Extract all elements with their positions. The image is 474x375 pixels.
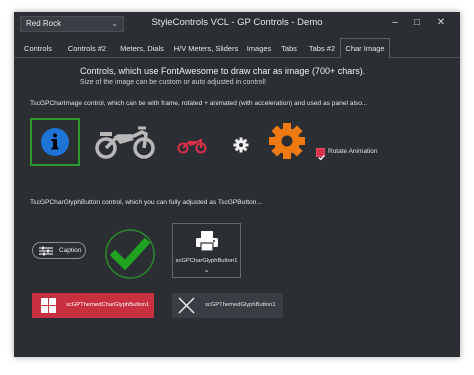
tab-controls-2[interactable]: Controls #2 [61, 40, 113, 57]
themed-char-glyph-button[interactable]: scGPThemedCharGlyphButton1 [32, 293, 154, 318]
tab-tabs-2[interactable]: Tabs #2 [304, 40, 340, 57]
page-subheading: Size of the image can be custom or auto … [80, 79, 266, 86]
app-window: Red Rock ⌄ StyleControls VCL - GP Contro… [14, 12, 460, 357]
motorcycle-icon [95, 126, 155, 159]
char-image-info-frame[interactable] [30, 118, 80, 166]
windows-logo-icon [41, 298, 56, 313]
tab-tabs[interactable]: Tabs [276, 40, 302, 57]
glyph-button-description: TscGPCharGlyphButton control, which you … [30, 199, 262, 206]
check-icon[interactable] [104, 228, 156, 280]
themed-glyph-button-label: scGPThemedGlyphButton1 [205, 302, 276, 308]
char-image-page: Controls, which use FontAwesome to draw … [14, 58, 460, 357]
tab-meters-dials[interactable]: Meters, Dials [114, 40, 170, 57]
printer-icon [196, 231, 218, 252]
char-image-description: TscGPCharImage control, which can be wit… [30, 100, 368, 107]
tab-controls[interactable]: Controls [18, 40, 58, 57]
chevron-down-icon: ⌄ [203, 267, 210, 274]
checkbox-box[interactable] [316, 148, 325, 161]
close-button[interactable]: ✕ [432, 15, 450, 31]
minimize-button[interactable]: – [386, 15, 404, 31]
rotate-animation-label: Rotate Animation [328, 148, 378, 155]
themed-char-glyph-button-label: scGPThemedCharGlyphButton1 [66, 302, 150, 308]
gear-icon [269, 123, 305, 159]
caption-button[interactable]: Caption [32, 242, 86, 259]
sliders-icon [39, 246, 53, 256]
motorcycle-icon [177, 138, 207, 154]
tab-hv-meters-sliders[interactable]: H/V Meters, Sliders [169, 40, 243, 57]
maximize-button[interactable]: □ [408, 15, 426, 31]
caption-button-label: Caption [59, 247, 82, 254]
char-glyph-button-label: scGPCharGlyphButton1 [175, 258, 238, 264]
title-bar: Red Rock ⌄ StyleControls VCL - GP Contro… [14, 12, 460, 36]
themed-glyph-button[interactable]: scGPThemedGlyphButton1 [172, 293, 283, 318]
info-circle-icon [41, 128, 69, 156]
tab-images[interactable]: Images [242, 40, 276, 57]
tab-bar: Controls Controls #2 Meters, Dials H/V M… [14, 38, 460, 58]
gear-icon [233, 137, 249, 153]
check-icon [318, 154, 325, 161]
page-heading: Controls, which use FontAwesome to draw … [80, 66, 366, 76]
char-glyph-button[interactable]: scGPCharGlyphButton1 ⌄ [172, 223, 241, 278]
close-icon [178, 297, 195, 314]
tab-char-image[interactable]: Char Image [340, 38, 390, 58]
